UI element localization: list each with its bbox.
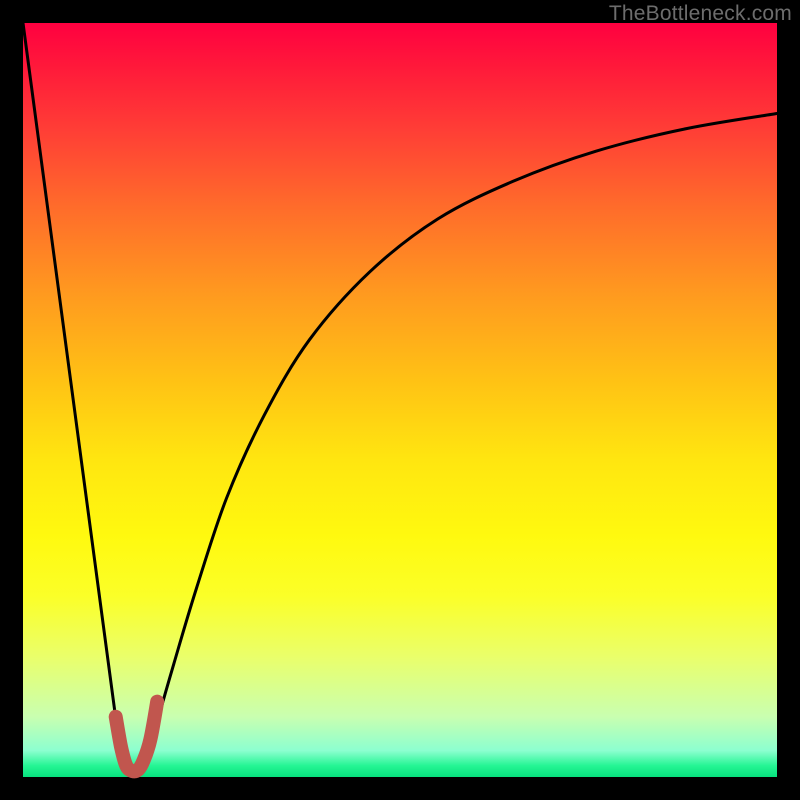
recommended-range-curve [116, 702, 158, 772]
bottleneck-curve [23, 23, 777, 771]
chart-frame: TheBottleneck.com [0, 0, 800, 800]
plot-area [23, 23, 777, 777]
curve-layer [23, 23, 777, 777]
